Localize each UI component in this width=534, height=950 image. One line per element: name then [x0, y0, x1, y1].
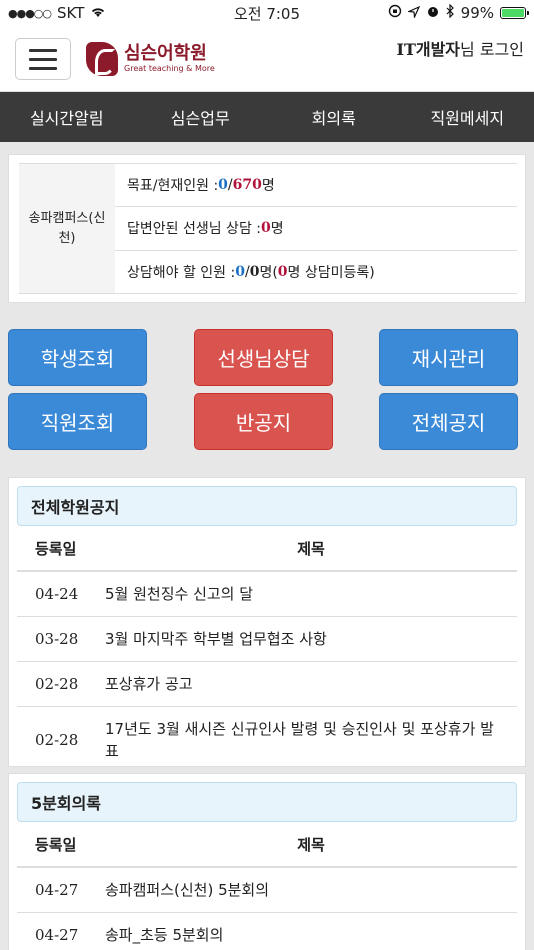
- panel-title: 5분회의록: [17, 782, 517, 822]
- all-notice-button[interactable]: 전체공지: [379, 393, 518, 450]
- wifi-icon: [90, 4, 106, 22]
- unanswered-count: 0: [261, 220, 271, 237]
- academy-notices-panel: 전체학원공지 등록일 제목 04-24 5월 원천징수 신고의 달 03-28 …: [8, 477, 526, 767]
- battery-percent: 99%: [460, 4, 494, 22]
- table-row[interactable]: 02-28 17년도 3월 새시즌 신규인사 발령 및 승진인사 및 포상휴가 …: [17, 707, 517, 766]
- stats-row-unanswered: 답변안된 선생님 상담 : 0 명: [115, 206, 517, 249]
- table-row[interactable]: 03-28 3월 마지막주 학부별 업무협조 사항: [17, 617, 517, 662]
- menu-button[interactable]: [15, 38, 71, 80]
- login-status: IT개발자님 로그인: [396, 36, 524, 60]
- status-bar: ●●●○○ SKT 오전 7:05 99%: [0, 0, 534, 26]
- table-header: 등록일 제목: [17, 822, 517, 868]
- bluetooth-icon: [446, 3, 455, 22]
- logo[interactable]: 심슨어학원 Great teaching & More: [86, 42, 215, 76]
- signal-icon: ●●●○○: [8, 6, 52, 20]
- staff-lookup-button[interactable]: 직원조회: [8, 393, 147, 450]
- status-time: 오전 7:05: [233, 4, 301, 23]
- panel-title: 전체학원공지: [17, 486, 517, 526]
- carrier-label: SKT: [57, 4, 85, 22]
- table-row[interactable]: 04-27 송파_초등 5분회의: [17, 913, 517, 950]
- rotation-lock-icon: [388, 4, 402, 22]
- stats-row-to-consult: 상담해야 할 인원 : 0/0 명(0 명 상담미등록): [115, 249, 517, 294]
- target-count: 670: [232, 177, 262, 194]
- student-lookup-button[interactable]: 학생조회: [8, 329, 147, 386]
- hamburger-icon: [29, 48, 57, 52]
- login-suffix: 님 로그인: [460, 40, 524, 59]
- teacher-consult-button[interactable]: 선생님상담: [194, 329, 333, 386]
- logo-mark-icon: [86, 42, 118, 76]
- battery-icon: [500, 7, 529, 19]
- stats-row-enrollment: 목표/현재인원 : 0/670 명: [115, 163, 517, 206]
- nav-item-minutes[interactable]: 회의록: [267, 105, 401, 129]
- table-header: 등록일 제목: [17, 526, 517, 572]
- nav-item-realtime-alerts[interactable]: 실시간알림: [0, 105, 134, 129]
- app-header: 심슨어학원 Great teaching & More IT개발자님 로그인: [0, 26, 534, 92]
- table-row[interactable]: 02-28 포상휴가 공고: [17, 662, 517, 707]
- campus-stats-card: 송파캠퍼스(신천) 목표/현재인원 : 0/670 명 답변안된 선생님 상담 …: [8, 154, 526, 303]
- campus-name: 송파캠퍼스(신천): [19, 163, 115, 294]
- login-user: IT개발자: [396, 40, 461, 59]
- five-minute-minutes-panel: 5분회의록 등록일 제목 04-27 송파캠퍼스(신천) 5분회의 04-27 …: [8, 773, 526, 950]
- table-row[interactable]: 04-27 송파캠퍼스(신천) 5분회의: [17, 868, 517, 913]
- table-row[interactable]: 04-24 5월 원천징수 신고의 달: [17, 572, 517, 617]
- nav-item-work[interactable]: 심슨업무: [134, 105, 268, 129]
- logo-subtitle: Great teaching & More: [124, 64, 215, 73]
- current-count: 0: [218, 177, 228, 194]
- class-notice-button[interactable]: 반공지: [194, 393, 333, 450]
- reexam-button[interactable]: 재시관리: [379, 329, 518, 386]
- logo-title: 심슨어학원: [124, 43, 207, 64]
- alarm-icon: [426, 4, 440, 22]
- main-nav: 실시간알림 심슨업무 회의록 직원메세지: [0, 92, 534, 142]
- nav-item-staff-messages[interactable]: 직원메세지: [401, 105, 534, 129]
- location-icon: [406, 4, 420, 22]
